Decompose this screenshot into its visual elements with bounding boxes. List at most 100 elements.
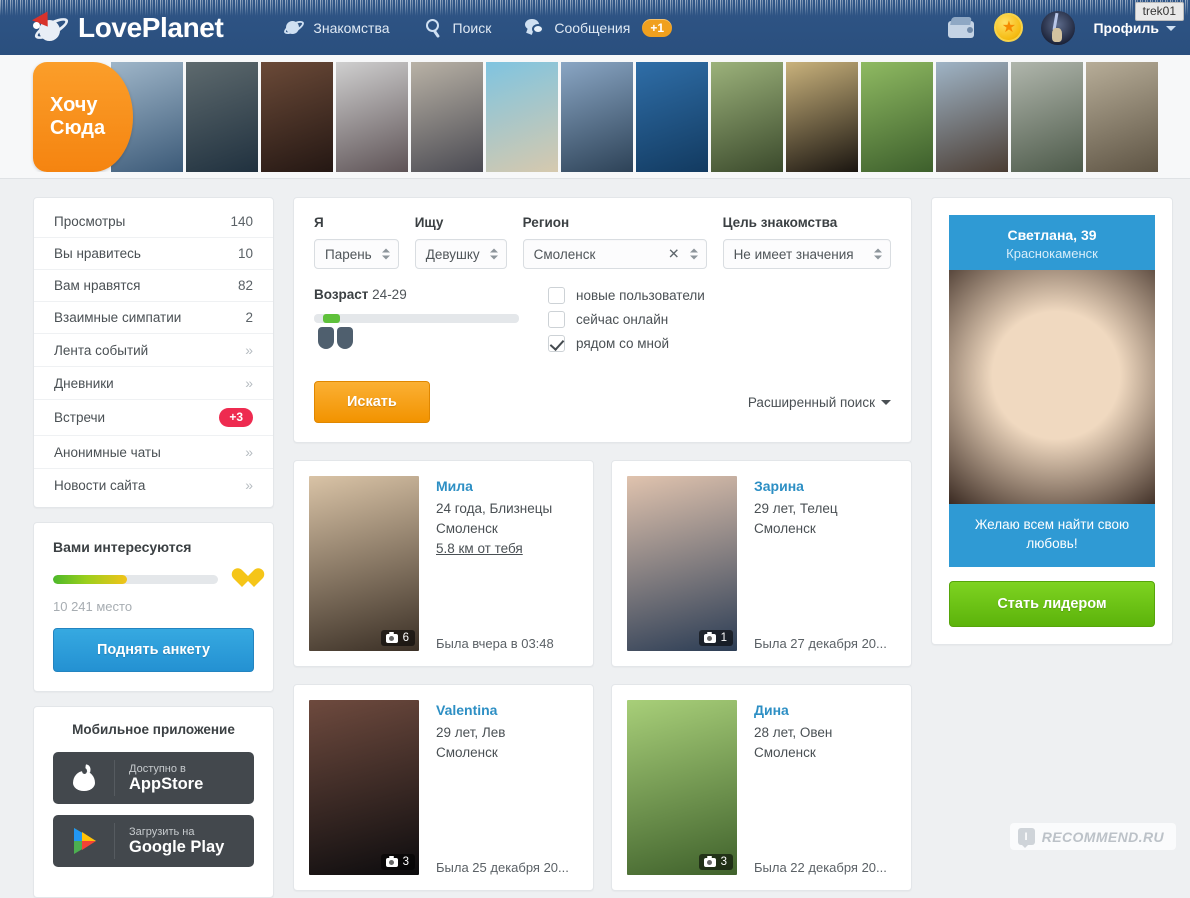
strip-photo-10[interactable] — [786, 62, 858, 172]
strip-photo-8[interactable] — [636, 62, 708, 172]
checkbox[interactable] — [548, 311, 565, 328]
stat-row[interactable]: Вы нравитесь 10 — [34, 237, 273, 269]
checkbox-row[interactable]: рядом со мной — [548, 335, 705, 352]
strip-photo-3[interactable] — [261, 62, 333, 172]
leader-card[interactable]: Светлана, 39 Краснокаменск Желаю всем на… — [949, 215, 1155, 568]
checkbox-row[interactable]: сейчас онлайн — [548, 311, 705, 328]
photo-count-badge: 3 — [698, 854, 733, 870]
profile-name[interactable]: Дина — [754, 702, 896, 718]
googleplay-button[interactable]: Загрузить на Google Play — [53, 815, 254, 867]
age-filter: Возраст 24-29 — [314, 287, 544, 359]
advanced-search-toggle[interactable]: Расширенный поиск — [748, 395, 891, 410]
profile-menu-button[interactable]: Профиль — [1093, 20, 1176, 36]
clear-region-icon[interactable]: ✕ — [668, 246, 680, 263]
profile-info: Valentina 29 лет, Лев Смоленск Была 25 дека… — [436, 700, 578, 875]
want-here-button[interactable]: Хочу Сюда — [33, 62, 133, 172]
nav-item-search[interactable]: Поиск — [423, 18, 491, 38]
nav-item-messages[interactable]: Сообщения +1 — [524, 18, 673, 38]
username-tooltip: trek01 — [1134, 2, 1184, 21]
interest-panel: Вами интересуются 10 241 место Поднять а… — [33, 522, 274, 692]
apple-icon — [53, 760, 115, 796]
select-seek[interactable]: Девушку — [414, 239, 507, 269]
profile-photo[interactable]: 6 — [309, 476, 419, 651]
profile-photo[interactable]: 3 — [627, 700, 737, 875]
stat-row[interactable]: Встречи +3 — [34, 399, 273, 435]
stat-row[interactable]: Просмотры 140 — [34, 206, 273, 237]
checkbox[interactable] — [548, 287, 565, 304]
raise-profile-button[interactable]: Поднять анкету — [53, 628, 254, 672]
stat-row[interactable]: Анонимные чаты » — [34, 435, 273, 468]
search-results-grid: 6 Мила 24 года, Близнецы Смоленск 5.8 км от … — [293, 460, 912, 891]
strip-photo-6[interactable] — [486, 62, 558, 172]
checkbox-label: сейчас онлайн — [576, 312, 669, 327]
profile-name[interactable]: Мила — [436, 478, 578, 494]
checkbox-row[interactable]: новые пользователи — [548, 287, 705, 304]
strip-photo-7[interactable] — [561, 62, 633, 172]
wallet-icon[interactable] — [948, 16, 976, 39]
photo-count-value: 6 — [402, 632, 409, 644]
profile-card[interactable]: 1 Зарина 29 лет, Телец Смоленск Была 27 дека… — [611, 460, 912, 667]
search-form-row-bottom: Возраст 24-29 новые пользователи сейчас о… — [314, 287, 891, 359]
stat-label: Лента событий — [54, 342, 149, 358]
avatar[interactable] — [1041, 10, 1076, 45]
profile-city: Смоленск — [754, 521, 816, 536]
profile-name[interactable]: Valentina — [436, 702, 578, 718]
stat-label: Вам нравятся — [54, 278, 141, 293]
stat-row[interactable]: Вам нравятся 82 — [34, 269, 273, 301]
search-form: Я Парень Ищу Девушку Регион Смоленск ✕ Ц… — [293, 197, 912, 443]
interest-place: 10 241 место — [53, 599, 133, 614]
strip-photo-11[interactable] — [861, 62, 933, 172]
profile-card[interactable]: 3 Дина 28 лет, Овен Смоленск Была 22 декабря… — [611, 684, 912, 891]
main-nav: Знакомства Поиск Сообщения +1 — [282, 17, 673, 38]
age-slider-handle-min[interactable] — [318, 327, 334, 349]
profile-info: Мила 24 года, Близнецы Смоленск 5.8 км от т… — [436, 476, 578, 651]
stat-row[interactable]: Взаимные симпатии 2 — [34, 301, 273, 333]
profile-city: Смоленск — [436, 521, 498, 536]
profile-name[interactable]: Зарина — [754, 478, 896, 494]
leader-photo[interactable] — [949, 270, 1155, 504]
label-goal: Цель знакомства — [722, 215, 838, 230]
search-submit-button[interactable]: Искать — [314, 381, 430, 423]
become-leader-button[interactable]: Стать лидером — [949, 581, 1155, 628]
strip-photo-12[interactable] — [936, 62, 1008, 172]
photo-count-value: 3 — [402, 856, 409, 868]
stepper-icon — [874, 248, 882, 260]
select-me[interactable]: Парень — [314, 239, 399, 269]
checkbox[interactable] — [548, 335, 565, 352]
profile-age-sign: 28 лет, Овен — [754, 725, 833, 740]
age-slider[interactable] — [314, 314, 519, 323]
photo-count-value: 3 — [720, 856, 727, 868]
star-coin-icon[interactable]: ★ — [994, 13, 1024, 42]
strip-photo-13[interactable] — [1011, 62, 1083, 172]
profile-card[interactable]: 3 Valentina 29 лет, Лев Смоленск Была 25 дек… — [293, 684, 594, 891]
age-slider-handle-max[interactable] — [337, 327, 353, 349]
profile-card[interactable]: 6 Мила 24 года, Близнецы Смоленск 5.8 км от … — [293, 460, 594, 667]
logo[interactable]: LovePlanet — [31, 6, 224, 45]
profile-photo[interactable]: 3 — [309, 700, 419, 875]
strip-photo-4[interactable] — [336, 62, 408, 172]
strip-photo-5[interactable] — [411, 62, 483, 172]
stat-row[interactable]: Дневники » — [34, 366, 273, 399]
strip-photo-14[interactable] — [1086, 62, 1158, 172]
profile-photo[interactable]: 1 — [627, 476, 737, 651]
age-slider-handles[interactable] — [318, 327, 544, 349]
stat-label: Просмотры — [54, 214, 126, 229]
camera-icon — [385, 855, 398, 867]
stat-row[interactable]: Новости сайта » — [34, 468, 273, 501]
appstore-button[interactable]: Доступно в AppStore — [53, 752, 254, 804]
leader-city: Краснокаменск — [1006, 246, 1098, 261]
stepper-icon — [381, 248, 390, 260]
select-goal[interactable]: Не имеет значения — [722, 239, 891, 269]
stat-value: 140 — [230, 214, 253, 229]
profile-distance[interactable]: 5.8 км от тебя — [436, 541, 578, 556]
status-badge: +3 — [219, 408, 253, 427]
strip-photo-9[interactable] — [711, 62, 783, 172]
mobile-app-panel: Мобильное приложение Доступно в AppStore… — [33, 706, 274, 898]
photo-count-value: 1 — [720, 632, 727, 644]
camera-icon — [703, 855, 716, 867]
nav-item-dating[interactable]: Знакомства — [282, 17, 390, 38]
strip-photo-2[interactable] — [186, 62, 258, 172]
leader-header: Светлана, 39 Краснокаменск — [949, 215, 1155, 270]
stat-row[interactable]: Лента событий » — [34, 333, 273, 366]
select-region[interactable]: Смоленск ✕ — [522, 239, 707, 269]
